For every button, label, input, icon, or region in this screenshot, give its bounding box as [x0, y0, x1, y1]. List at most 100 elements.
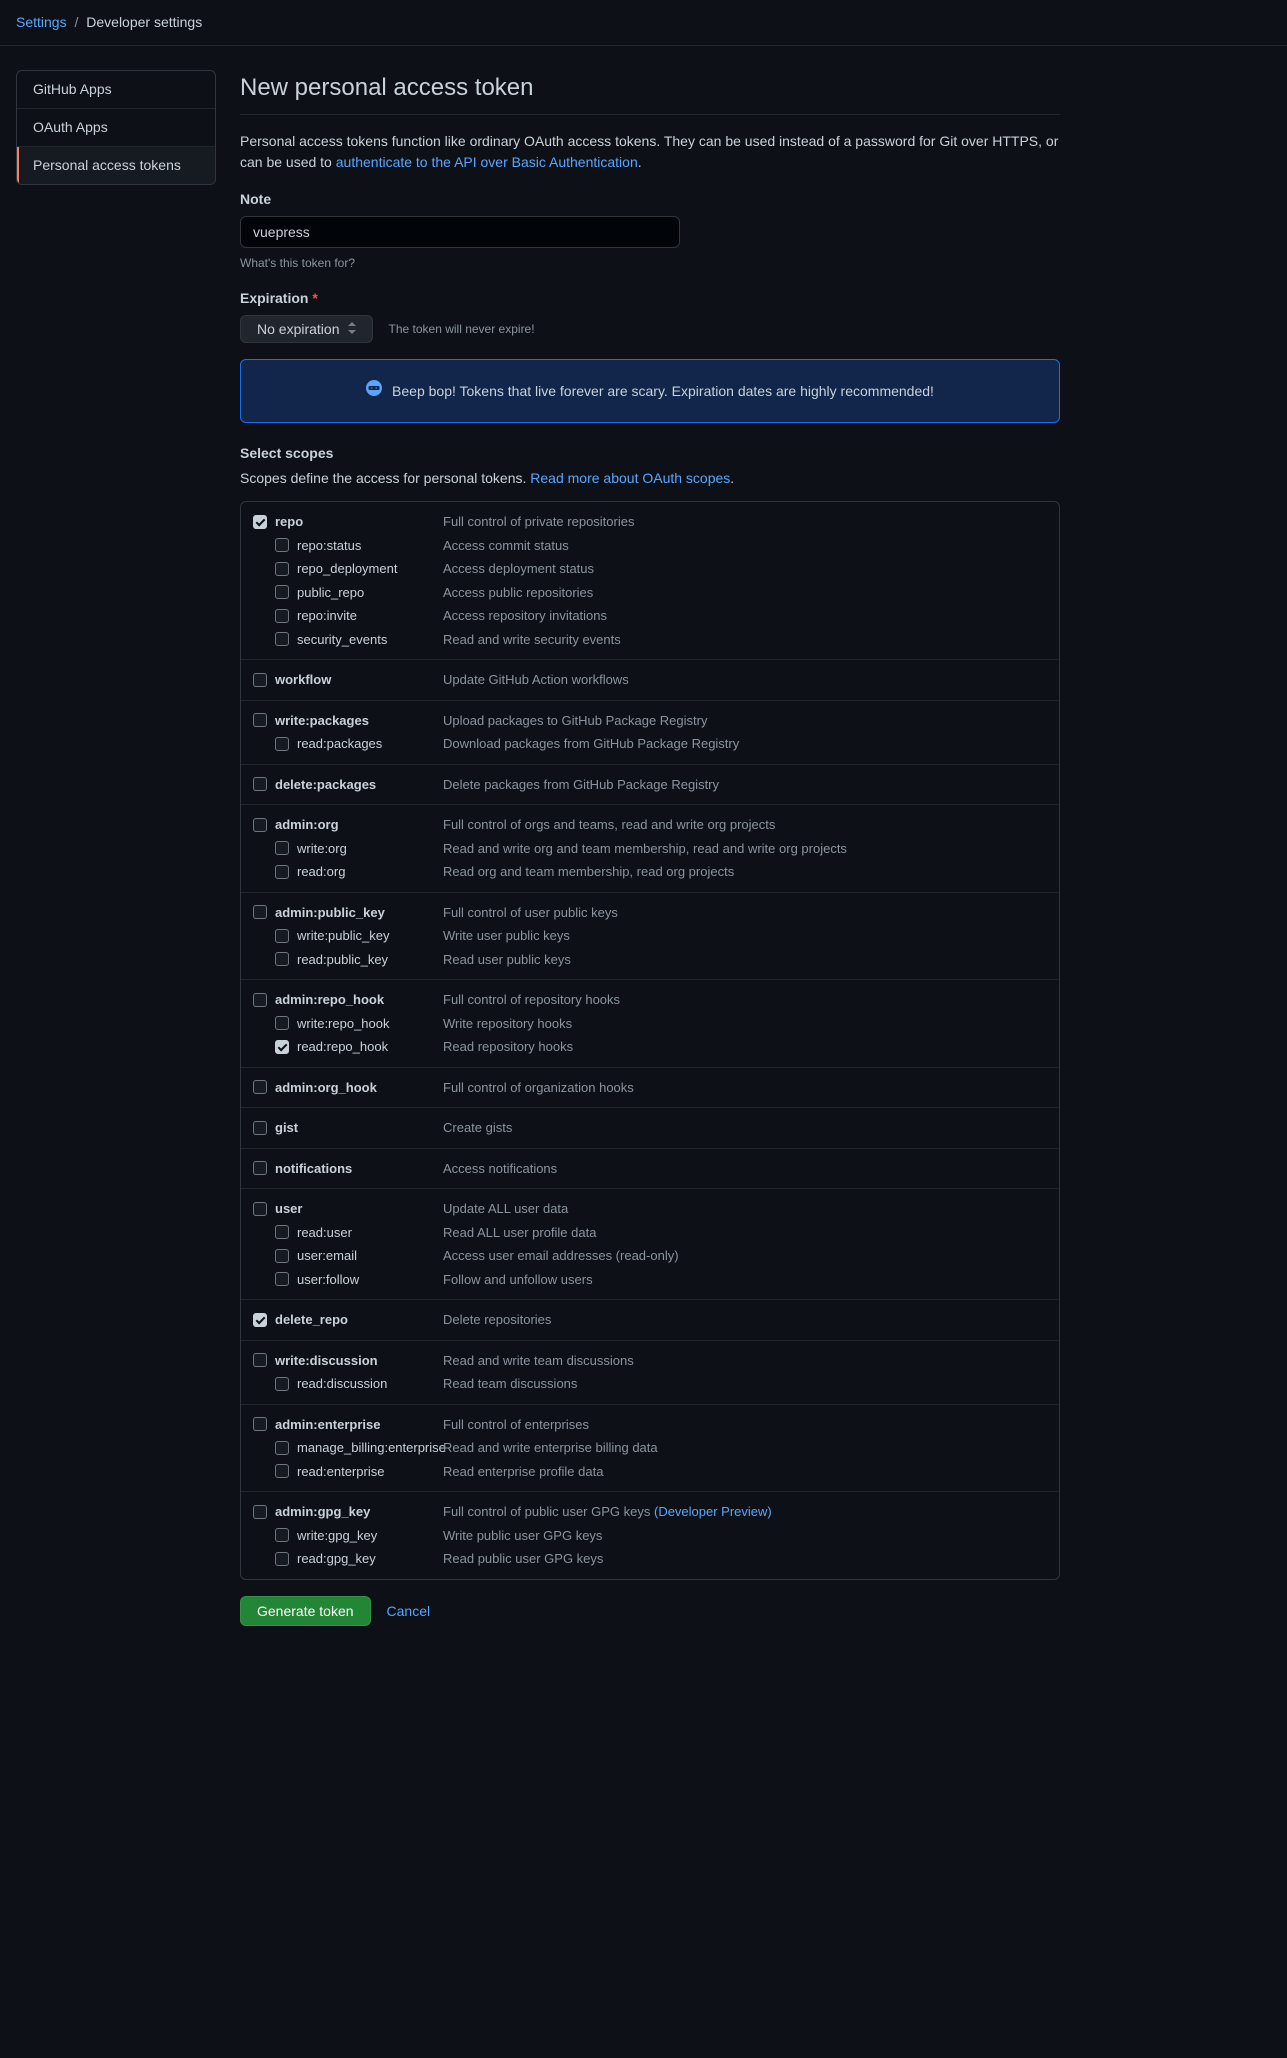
scope-name: repo:status	[297, 536, 361, 556]
scope-desc: Full control of enterprises	[443, 1415, 1047, 1435]
scope-desc: Full control of organization hooks	[443, 1078, 1047, 1098]
breadcrumb-settings-link[interactable]: Settings	[16, 14, 67, 30]
scope-checkbox-repo-invite[interactable]	[275, 609, 289, 623]
scope-name: write:repo_hook	[297, 1014, 390, 1034]
scope-name: user	[275, 1199, 302, 1219]
scope-name: admin:gpg_key	[275, 1502, 370, 1522]
scope-name: read:public_key	[297, 950, 388, 970]
scope-name: manage_billing:enterprise	[297, 1438, 446, 1458]
scope-checkbox-write-org[interactable]	[275, 841, 289, 855]
sidebar-item-personal-access-tokens[interactable]: Personal access tokens	[17, 147, 215, 184]
hubot-icon	[366, 380, 382, 402]
scope-desc: Read and write security events	[443, 630, 1047, 650]
scope-checkbox-read-repo-hook[interactable]	[275, 1040, 289, 1054]
scope-name: write:gpg_key	[297, 1526, 377, 1546]
scope-checkbox-repo-deployment[interactable]	[275, 562, 289, 576]
scope-desc: Update ALL user data	[443, 1199, 1047, 1219]
breadcrumb-current: Developer settings	[86, 14, 202, 30]
scope-row-repo-status: repo:statusAccess commit status	[241, 534, 1059, 558]
scope-name: gist	[275, 1118, 298, 1138]
scope-name: repo:invite	[297, 606, 357, 626]
scope-checkbox-admin-repo-hook[interactable]	[253, 993, 267, 1007]
scope-row-admin-gpg-key: admin:gpg_key Full control of public user…	[241, 1500, 1059, 1524]
scope-checkbox-read-public-key[interactable]	[275, 952, 289, 966]
scope-checkbox-delete-packages[interactable]	[253, 777, 267, 791]
scope-checkbox-admin-enterprise[interactable]	[253, 1417, 267, 1431]
scope-row-write-public-key: write:public_keyWrite user public keys	[241, 924, 1059, 948]
scope-name: admin:repo_hook	[275, 990, 384, 1010]
scope-checkbox-write-gpg-key[interactable]	[275, 1528, 289, 1542]
scope-desc: Full control of user public keys	[443, 903, 1047, 923]
main-content: New personal access token Personal acces…	[240, 70, 1060, 1626]
scope-desc: Update GitHub Action workflows	[443, 670, 1047, 690]
expiration-label: Expiration *	[240, 288, 1060, 309]
scope-checkbox-notifications[interactable]	[253, 1161, 267, 1175]
scope-checkbox-read-packages[interactable]	[275, 737, 289, 751]
scope-row-read-org: read:orgRead org and team membership, re…	[241, 860, 1059, 884]
scope-checkbox-write-discussion[interactable]	[253, 1353, 267, 1367]
scope-checkbox-public-repo[interactable]	[275, 585, 289, 599]
scope-desc-link[interactable]: (Developer Preview)	[654, 1504, 772, 1519]
scope-checkbox-admin-gpg-key[interactable]	[253, 1505, 267, 1519]
scopes-list: repoFull control of private repositories…	[240, 501, 1060, 1580]
scope-checkbox-read-gpg-key[interactable]	[275, 1552, 289, 1566]
scope-checkbox-repo-status[interactable]	[275, 538, 289, 552]
cancel-button[interactable]: Cancel	[387, 1603, 431, 1619]
generate-token-button[interactable]: Generate token	[240, 1596, 371, 1626]
scope-checkbox-admin-public-key[interactable]	[253, 905, 267, 919]
scope-name: security_events	[297, 630, 387, 650]
scope-checkbox-security-events[interactable]	[275, 632, 289, 646]
scope-row-admin-org: admin:orgFull control of orgs and teams,…	[241, 813, 1059, 837]
scope-checkbox-workflow[interactable]	[253, 673, 267, 687]
scope-checkbox-manage-billing-enterprise[interactable]	[275, 1441, 289, 1455]
scope-checkbox-read-org[interactable]	[275, 865, 289, 879]
chevron-updown-icon	[348, 322, 356, 337]
scope-checkbox-delete-repo[interactable]	[253, 1313, 267, 1327]
scope-checkbox-admin-org-hook[interactable]	[253, 1080, 267, 1094]
scope-checkbox-user-email[interactable]	[275, 1249, 289, 1263]
scope-desc: Access notifications	[443, 1159, 1047, 1179]
page-title: New personal access token	[240, 70, 1060, 115]
scope-checkbox-write-repo-hook[interactable]	[275, 1016, 289, 1030]
scope-row-delete-packages: delete:packagesDelete packages from GitH…	[241, 773, 1059, 797]
intro-auth-link[interactable]: authenticate to the API over Basic Authe…	[336, 154, 638, 170]
scope-checkbox-user[interactable]	[253, 1202, 267, 1216]
sidebar-item-oauth-apps[interactable]: OAuth Apps	[17, 109, 215, 147]
scope-name: admin:org_hook	[275, 1078, 377, 1098]
scope-checkbox-write-packages[interactable]	[253, 713, 267, 727]
scope-name: delete_repo	[275, 1310, 348, 1330]
expiration-note: The token will never expire!	[389, 320, 535, 338]
note-input[interactable]	[240, 216, 680, 248]
scope-desc: Full control of public user GPG keys (De…	[443, 1502, 1047, 1522]
scope-desc: Access deployment status	[443, 559, 1047, 579]
scope-desc: Upload packages to GitHub Package Regist…	[443, 711, 1047, 731]
scope-desc: Write repository hooks	[443, 1014, 1047, 1034]
scope-desc: Access user email addresses (read-only)	[443, 1246, 1047, 1266]
scope-name: write:public_key	[297, 926, 390, 946]
scope-name: read:gpg_key	[297, 1549, 376, 1569]
scope-checkbox-gist[interactable]	[253, 1121, 267, 1135]
scope-checkbox-user-follow[interactable]	[275, 1272, 289, 1286]
scope-row-write-packages: write:packagesUpload packages to GitHub …	[241, 709, 1059, 733]
scope-row-notifications: notificationsAccess notifications	[241, 1157, 1059, 1181]
scope-desc: Access repository invitations	[443, 606, 1047, 626]
scopes-learn-link[interactable]: Read more about OAuth scopes	[530, 470, 730, 486]
scope-checkbox-read-user[interactable]	[275, 1225, 289, 1239]
scope-checkbox-repo[interactable]	[253, 515, 267, 529]
scope-checkbox-read-enterprise[interactable]	[275, 1464, 289, 1478]
scope-name: repo	[275, 512, 303, 532]
note-label: Note	[240, 189, 1060, 210]
scope-checkbox-read-discussion[interactable]	[275, 1377, 289, 1391]
expiration-select[interactable]: No expiration	[240, 315, 373, 343]
scope-row-manage-billing-enterprise: manage_billing:enterpriseRead and write …	[241, 1436, 1059, 1460]
scope-desc: Download packages from GitHub Package Re…	[443, 734, 1047, 754]
scope-row-read-user: read:userRead ALL user profile data	[241, 1221, 1059, 1245]
scopes-title: Select scopes	[240, 443, 1060, 464]
scope-row-read-gpg-key: read:gpg_keyRead public user GPG keys	[241, 1547, 1059, 1571]
scope-checkbox-admin-org[interactable]	[253, 818, 267, 832]
scope-row-admin-org-hook: admin:org_hook Full control of organizati…	[241, 1076, 1059, 1100]
scope-row-write-org: write:orgRead and write org and team mem…	[241, 837, 1059, 861]
sidebar-item-github-apps[interactable]: GitHub Apps	[17, 71, 215, 109]
scope-checkbox-write-public-key[interactable]	[275, 929, 289, 943]
breadcrumb: Settings / Developer settings	[0, 0, 1287, 46]
